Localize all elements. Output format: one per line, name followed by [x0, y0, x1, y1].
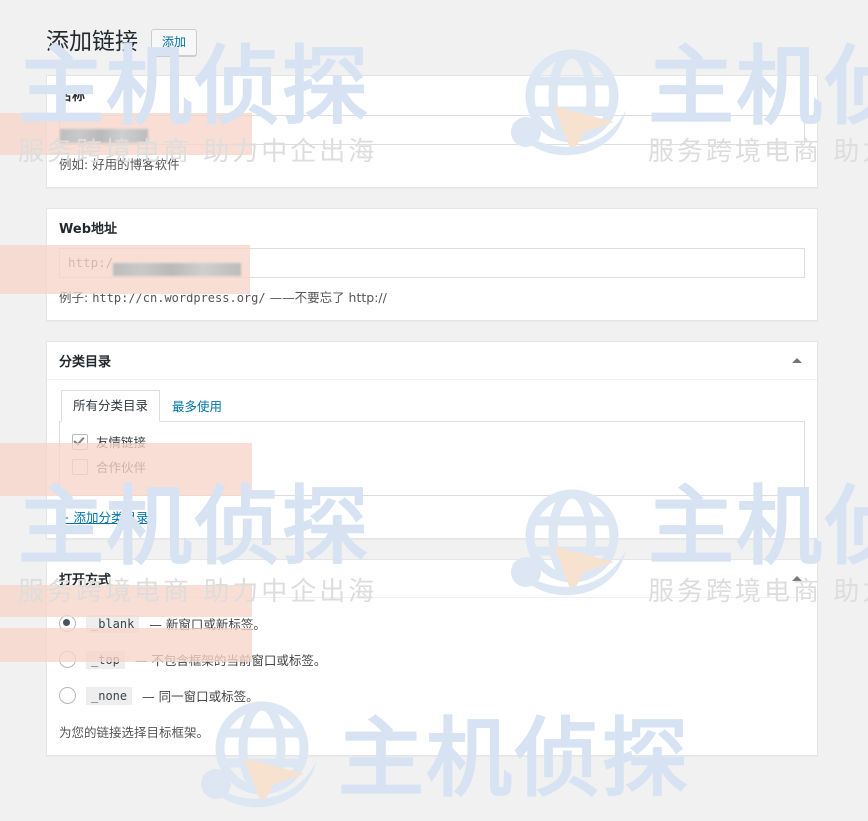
checkbox-partners[interactable]: [72, 458, 88, 475]
category-item-label: 合作伙伴: [96, 460, 147, 476]
url-panel-body: 例子: http://cn.wordpress.org/ ——不要忘了 http…: [47, 246, 817, 320]
target-panel-note: 为您的链接选择目标框架。: [59, 725, 210, 741]
url-hint-suffix: ——不要忘了 http://: [269, 289, 387, 305]
name-panel-body: 例如: 好用的博客软件: [47, 113, 817, 187]
target-option-desc: — 同一窗口或标签。: [142, 689, 259, 705]
category-panel-heading: 分类目录: [47, 342, 817, 380]
name-panel-hint: 例如: 好用的博客软件: [59, 156, 180, 172]
tab-all-categories[interactable]: 所有分类目录: [61, 389, 161, 423]
url-panel-heading: Web地址: [59, 221, 117, 237]
radio-none[interactable]: [59, 687, 76, 705]
checkbox-friendly-links[interactable]: [72, 433, 88, 450]
url-panel-hint: 例子: http://cn.wordpress.org/ ——不要忘了 http…: [59, 287, 805, 306]
category-panel: 分类目录 所有分类目录 最多使用 友情链接 合作伙伴 + 添加分类目录: [46, 340, 818, 540]
link-name-input[interactable]: [59, 114, 805, 145]
category-item[interactable]: 友情链接: [72, 432, 792, 451]
category-panel-title: 分类目录: [59, 354, 112, 370]
radio-top[interactable]: [59, 651, 76, 669]
page-header: 添加链接 添加: [46, 28, 868, 58]
target-option-top[interactable]: _top — 不包含框架的当前窗口或标签。: [59, 650, 805, 669]
category-item[interactable]: 合作伙伴: [72, 457, 792, 476]
url-hint-example: http://cn.wordpress.org/: [92, 290, 266, 305]
link-url-input[interactable]: [59, 247, 805, 278]
target-option-code: _none: [86, 686, 133, 705]
page-root: 添加链接 添加 名称 例如: 好用的博客软件 Web地址 例子: http://…: [0, 0, 868, 757]
tab-most-used[interactable]: 最多使用: [160, 391, 234, 423]
chevron-up-icon[interactable]: [787, 350, 807, 370]
target-option-blank[interactable]: _blank — 新窗口或新标签。: [59, 614, 805, 633]
target-option-desc: — 新窗口或新标签。: [149, 617, 266, 633]
target-option-code: _top: [86, 650, 125, 669]
name-panel: 名称 例如: 好用的博客软件: [46, 74, 818, 188]
add-category-link[interactable]: + 添加分类目录: [59, 507, 148, 526]
url-panel: Web地址 例子: http://cn.wordpress.org/ ——不要忘…: [46, 207, 818, 321]
category-checklist[interactable]: 友情链接 合作伙伴: [59, 422, 805, 497]
category-tabs: 所有分类目录 最多使用: [59, 389, 805, 423]
chevron-up-icon[interactable]: [787, 569, 807, 589]
target-option-desc: — 不包含框架的当前窗口或标签。: [134, 653, 327, 669]
category-panel-body: 所有分类目录 最多使用 友情链接 合作伙伴 + 添加分类目录: [47, 380, 817, 539]
name-panel-heading: 名称: [59, 88, 86, 104]
add-button[interactable]: 添加: [151, 29, 198, 57]
page-title: 添加链接: [46, 29, 138, 55]
target-panel: 打开方式 _blank — 新窗口或新标签。 _top — 不包含框架的当前窗口…: [46, 559, 818, 757]
target-panel-body: _blank — 新窗口或新标签。 _top — 不包含框架的当前窗口或标签。 …: [47, 598, 817, 755]
category-item-label: 友情链接: [96, 435, 147, 451]
target-panel-title: 打开方式: [59, 573, 112, 589]
url-hint-prefix: 例子:: [59, 289, 89, 305]
radio-blank[interactable]: [59, 615, 76, 633]
target-option-none[interactable]: _none — 同一窗口或标签。: [59, 686, 805, 705]
target-panel-heading: 打开方式: [47, 560, 817, 599]
target-option-code: _blank: [86, 614, 140, 633]
